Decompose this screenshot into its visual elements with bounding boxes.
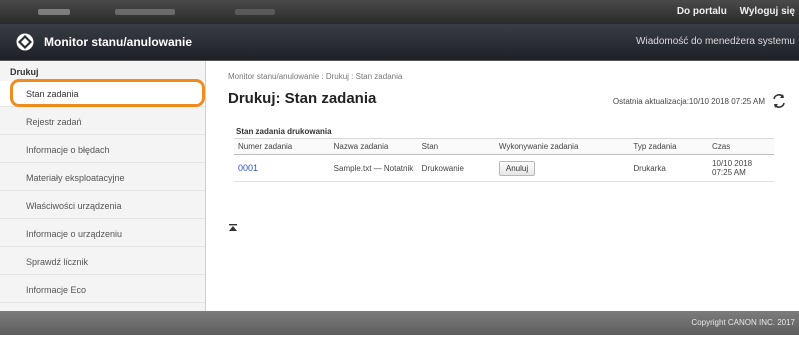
portal-link[interactable]: Do portalu <box>677 6 727 17</box>
last-update-text: Ostatnia aktualizacja:10/10 2018 07:25 A… <box>612 97 765 106</box>
section-title: Stan zadania drukowania <box>236 127 332 136</box>
job-name-cell: Sample.txt — Notatnik <box>329 154 418 182</box>
refresh-icon[interactable] <box>771 93 787 109</box>
title-bar: Monitor stanu/anulowanie Wiadomość do me… <box>0 24 799 61</box>
sidebar-item-device-features[interactable]: Właściwości urządzenia <box>0 193 205 219</box>
logout-link[interactable]: Wyloguj się <box>740 6 795 17</box>
scroll-to-top-icon[interactable] <box>228 223 238 233</box>
col-header-time: Czas <box>708 138 774 155</box>
sidebar-item-check-counter[interactable]: Sprawdź licznik <box>0 249 205 275</box>
message-to-admin-link[interactable]: Wiadomość do menedżera systemu <box>636 36 795 47</box>
top-links: Do portalu Wyloguj się <box>667 6 795 17</box>
footer: Copyright CANON INC. 2017 <box>0 311 799 335</box>
col-header-job-action: Wykonywanie zadania <box>494 138 630 155</box>
sidebar: Drukuj Stan zadania Rejestr zadań Inform… <box>0 61 206 311</box>
blurred-text <box>235 9 275 15</box>
job-status-table: Numer zadania Nazwa zadania Stan Wykonyw… <box>234 138 774 182</box>
sidebar-item-error-info[interactable]: Informacje o błędach <box>0 137 205 163</box>
breadcrumb: Monitor stanu/anulowanie : Drukuj : Stan… <box>228 72 403 81</box>
sidebar-item-device-info[interactable]: Informacje o urządzeniu <box>0 221 205 247</box>
copyright-text: Copyright CANON INC. 2017 <box>691 318 795 327</box>
job-time-cell: 10/10 2018 07:25 AM <box>708 154 774 182</box>
remote-ui-logo-icon <box>16 33 34 51</box>
main-content: Monitor stanu/anulowanie : Drukuj : Stan… <box>206 61 799 311</box>
col-header-job-number: Numer zadania <box>234 138 330 155</box>
sidebar-item-job-log[interactable]: Rejestr zadań <box>0 109 205 135</box>
col-header-job-name: Nazwa zadania <box>329 138 418 155</box>
top-bar: Do portalu Wyloguj się <box>0 0 799 24</box>
job-status-cell: Drukowanie <box>417 154 495 182</box>
col-header-job-type: Typ zadania <box>629 138 708 155</box>
table-header-row: Numer zadania Nazwa zadania Stan Wykonyw… <box>234 138 774 155</box>
sidebar-item-consumables[interactable]: Materiały eksploatacyjne <box>0 165 205 191</box>
cancel-button[interactable]: Anuluj <box>498 160 536 176</box>
col-header-status: Stan <box>417 138 495 155</box>
job-type-cell: Drukarka <box>629 154 708 182</box>
page-title: Drukuj: Stan zadania <box>228 90 377 107</box>
sidebar-group-label: Drukuj <box>10 67 39 77</box>
job-action-cell: Anuluj <box>494 154 630 182</box>
job-number-link[interactable]: 0001 <box>238 163 258 173</box>
sidebar-item-eco-info[interactable]: Informacje Eco <box>0 277 205 303</box>
blurred-text <box>38 9 70 15</box>
table-row: 0001 Sample.txt — Notatnik Drukowanie An… <box>234 154 774 182</box>
blurred-text <box>115 9 175 15</box>
highlight-box <box>10 79 205 107</box>
bottom-area <box>0 335 799 354</box>
app-title: Monitor stanu/anulowanie <box>44 35 193 49</box>
job-number-cell: 0001 <box>234 154 330 182</box>
